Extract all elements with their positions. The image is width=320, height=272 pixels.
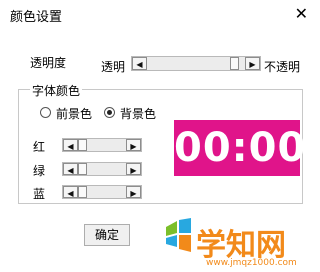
title-bar: 颜色设置 ✕ [0, 0, 316, 30]
red-slider[interactable]: ◀ ▶ [62, 138, 142, 152]
red-slider-thumb[interactable] [78, 139, 87, 151]
green-slider-thumb[interactable] [78, 163, 87, 175]
green-increase-arrow-icon[interactable]: ▶ [126, 163, 141, 175]
clock-preview: 00:00 [174, 120, 305, 176]
blue-slider[interactable]: ◀ ▶ [62, 185, 142, 199]
color-settings-dialog: 颜色设置 ✕ 透明度 透明 ◀ ▶ 不透明 字体颜色 前景色 背景色 红 ◀ ▶… [0, 0, 316, 272]
opacity-max-label: 不透明 [264, 60, 301, 74]
background-radio-label[interactable]: 背景色 [120, 105, 156, 122]
font-color-group-title: 字体颜色 [30, 82, 83, 99]
opacity-increase-arrow-icon[interactable]: ▶ [245, 57, 260, 70]
blue-increase-arrow-icon[interactable]: ▶ [126, 186, 141, 198]
opacity-slider[interactable]: ◀ ▶ [131, 56, 261, 71]
blue-decrease-arrow-icon[interactable]: ◀ [63, 186, 78, 198]
opacity-min-label: 透明 [101, 60, 126, 74]
ok-button[interactable]: 确定 [84, 224, 130, 246]
blue-slider-thumb[interactable] [78, 186, 87, 198]
opacity-decrease-arrow-icon[interactable]: ◀ [132, 57, 147, 70]
red-increase-arrow-icon[interactable]: ▶ [126, 139, 141, 151]
close-icon[interactable]: ✕ [295, 4, 308, 23]
red-decrease-arrow-icon[interactable]: ◀ [63, 139, 78, 151]
background-radio[interactable] [104, 107, 115, 118]
green-slider-label: 绿 [33, 164, 46, 178]
opacity-slider-thumb[interactable] [230, 57, 239, 70]
watermark-logo-icon [166, 218, 191, 252]
red-slider-label: 红 [33, 140, 46, 154]
green-decrease-arrow-icon[interactable]: ◀ [63, 163, 78, 175]
foreground-radio[interactable] [40, 107, 51, 118]
blue-slider-label: 蓝 [33, 187, 46, 201]
opacity-label: 透明度 [30, 56, 67, 70]
green-slider[interactable]: ◀ ▶ [62, 162, 142, 176]
watermark-url: www.jmqz1000.com [206, 258, 297, 268]
foreground-radio-label[interactable]: 前景色 [56, 105, 92, 122]
window-title: 颜色设置 [10, 10, 63, 25]
